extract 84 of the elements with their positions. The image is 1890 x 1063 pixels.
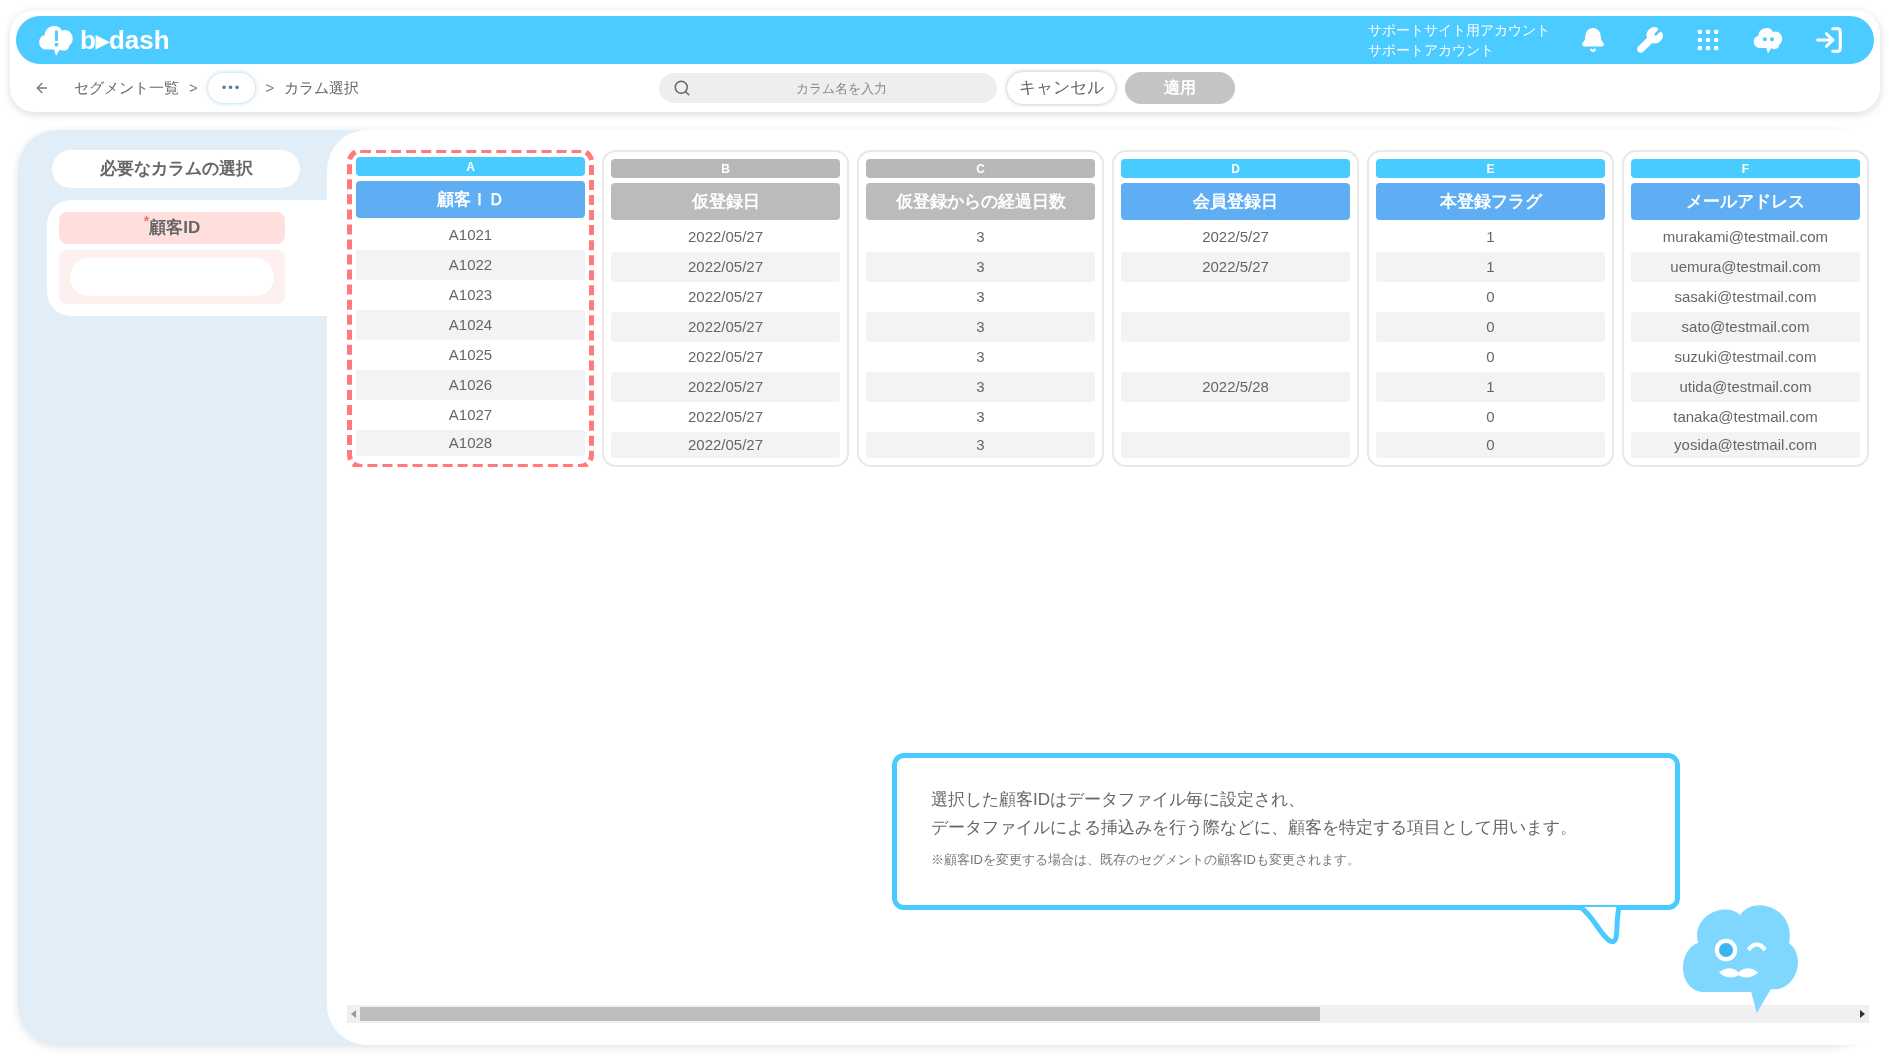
column-card[interactable]: B 仮登録日 2022/05/27 2022/05/27 2022/05/27 2022/05/27 2022/05/27 2022/05/27 2022/05/27 2022/05/27	[602, 150, 849, 467]
breadcrumb-link[interactable]: セグメント一覧	[74, 76, 179, 100]
table-cell-text: 2022/05/27	[686, 286, 765, 307]
table-cell-text: 3	[975, 406, 986, 427]
table-cell-text: murakami@testmail.com	[1661, 226, 1830, 247]
column-card[interactable]: F メールアドレス murakami@testmail.com uemura@testmail.com sasaki@testmail.com sato@testmail.com suzuki@testmail.com utida@testmail.com tanaka@testmail.com yosida@testmail.com	[1622, 150, 1869, 467]
table-cell: A1026	[356, 370, 585, 400]
scroll-right-icon[interactable]	[1860, 1010, 1865, 1018]
column-title: 本登録フラグ	[1376, 183, 1605, 220]
tooltip-text: 選択した顧客IDはデータファイル毎に設定され、	[931, 789, 1306, 811]
logo-text: b▸dash	[80, 23, 170, 57]
logo-icon	[36, 23, 76, 57]
table-cell-text: 0	[1485, 406, 1496, 427]
column-card[interactable]: D 会員登録日 2022/5/27 2022/5/27 2022/5/28	[1112, 150, 1359, 467]
breadcrumb-separator: >	[265, 77, 275, 98]
table-cell: A1028	[356, 430, 585, 456]
column-letter: E	[1376, 159, 1605, 178]
table-cell-text: 2022/05/27	[686, 226, 765, 247]
tooltip-note: ※顧客IDを変更する場合は、既存のセグメントの顧客IDも変更されます。	[931, 851, 1361, 869]
cloud-face-icon[interactable]	[1752, 25, 1784, 55]
table-cell-text: sasaki@testmail.com	[1673, 286, 1818, 307]
table-cell: 2022/05/27	[611, 312, 840, 342]
column-title: 顧客ＩＤ	[356, 181, 585, 218]
table-cell: A1024	[356, 310, 585, 340]
column-letter: B	[611, 159, 840, 178]
table-cell-text: 3	[975, 346, 986, 367]
table-cell: 2022/05/27	[611, 372, 840, 402]
table-cell-text: tanaka@testmail.com	[1672, 406, 1819, 427]
table-cell-text: 0	[1485, 346, 1496, 367]
table-cell-text: 2022/05/27	[686, 406, 765, 427]
table-cell-text: A1023	[447, 284, 494, 305]
column-title: 仮登録からの経過日数	[866, 183, 1095, 220]
search-field[interactable]: カラム名を入力	[659, 73, 998, 103]
table-cell: 0	[1376, 432, 1605, 458]
logout-icon[interactable]	[1814, 25, 1844, 55]
table-cell: 2022/05/27	[611, 432, 840, 458]
table-cell: 1	[1376, 372, 1605, 402]
section-title: 必要なカラムの選択	[52, 150, 300, 188]
notification-bell-icon[interactable]	[1580, 27, 1606, 53]
table-cell: A1022	[356, 250, 585, 280]
table-cell: sato@testmail.com	[1631, 312, 1860, 342]
table-cell-text: 2022/5/27	[1201, 226, 1270, 247]
table-cell-text: 3	[975, 286, 986, 307]
table-cell: 0	[1376, 312, 1605, 342]
column-card[interactable]: A 顧客ＩＤ A1021 A1022 A1023 A1024 A1025 A1026 A1027 A1028	[347, 150, 594, 467]
table-cell: 2022/5/27	[1121, 252, 1350, 282]
column-letter: A	[356, 157, 585, 176]
breadcrumb-current: カラム選択	[284, 77, 360, 98]
breadcrumb-separator: >	[189, 77, 198, 98]
column-card[interactable]: E 本登録フラグ 1 1 0 0 0 1 0 0	[1367, 150, 1614, 467]
table-cell: yosida@testmail.com	[1631, 432, 1860, 458]
scrollbar-thumb[interactable]	[360, 1007, 1320, 1021]
tooltip-text: データファイルによる挿込みを行う際などに、顧客を特定する項目として用います。	[931, 817, 1578, 839]
table-cell: 3	[866, 432, 1095, 458]
table-cell-text: A1025	[447, 344, 494, 365]
wrench-icon[interactable]	[1636, 26, 1664, 54]
cancel-button[interactable]: キャンセル	[1007, 72, 1116, 104]
table-cell: 2022/5/28	[1121, 372, 1350, 402]
table-cell-text: A1021	[447, 224, 494, 245]
table-cell-text: 1	[1485, 226, 1496, 247]
table-cell-text: A1027	[447, 404, 494, 425]
table-cell-text: suzuki@testmail.com	[1673, 346, 1818, 367]
table-cell: 3	[866, 372, 1095, 402]
column-letter: F	[1631, 159, 1860, 178]
table-cell-text: 2022/05/27	[686, 346, 765, 367]
search-icon	[673, 79, 692, 97]
table-cell: uemura@testmail.com	[1631, 252, 1860, 282]
column-title: メールアドレス	[1631, 183, 1860, 220]
column-letter: D	[1121, 159, 1350, 178]
column-card[interactable]: C 仮登録からの経過日数 3 3 3 3 3 3 3 3	[857, 150, 1104, 467]
table-cell: 2022/05/27	[611, 252, 840, 282]
table-cell-text: 3	[975, 226, 986, 247]
breadcrumb-more-button[interactable]: •••	[207, 73, 256, 103]
table-cell: 3	[866, 252, 1095, 282]
account-name: サポートサイト用アカウント サポートアカウント	[1368, 21, 1550, 60]
horizontal-scrollbar[interactable]	[347, 1005, 1869, 1023]
field-label: $^{*}$顧客ID	[59, 212, 285, 244]
table-cell: 3	[866, 312, 1095, 342]
table-cell-text: 0	[1485, 286, 1496, 307]
table-cell: 1	[1376, 252, 1605, 282]
column-letter: C	[866, 159, 1095, 178]
table-cell: utida@testmail.com	[1631, 372, 1860, 402]
column-title: 仮登録日	[611, 183, 840, 220]
column-title: 会員登録日	[1121, 183, 1350, 220]
